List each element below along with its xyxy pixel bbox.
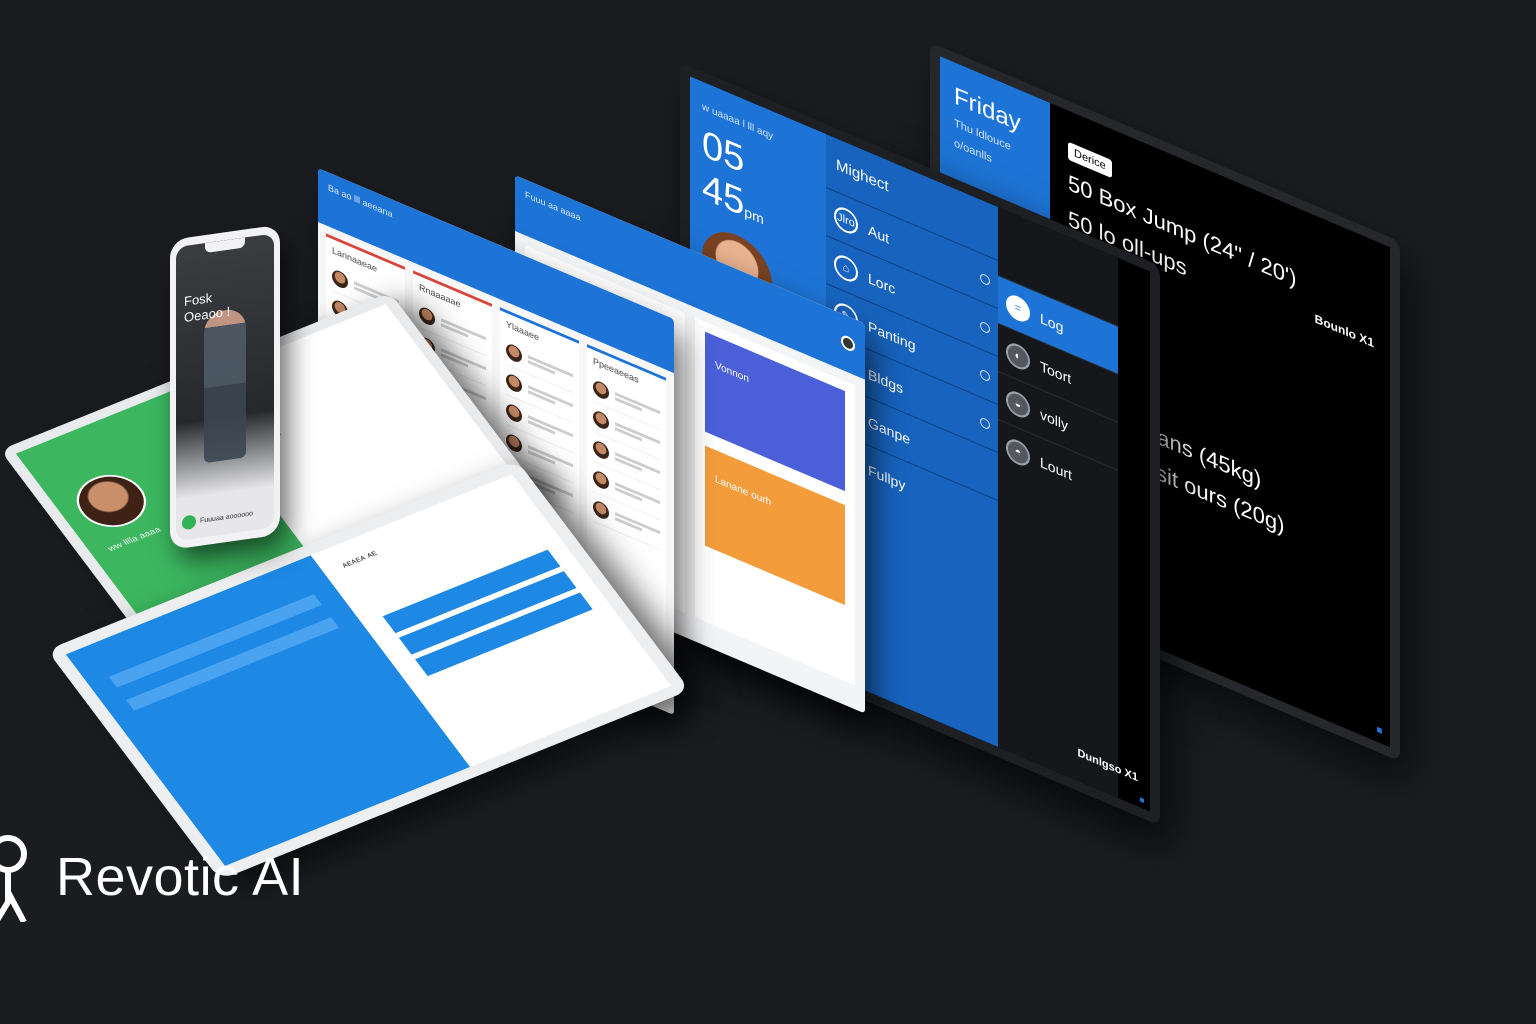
phone-headline: Fosk Oeaoo ! xyxy=(184,288,230,326)
menu-item-label: Fullpy xyxy=(868,461,906,494)
avatar[interactable] xyxy=(841,333,855,354)
radio-icon xyxy=(980,415,990,431)
menu-item-label: Aut xyxy=(868,221,890,247)
side-menu: = Log ◐ Toort ◒ volly ◓ Lourt xyxy=(998,206,1118,798)
side-item-label: Log xyxy=(1040,309,1064,336)
avatar xyxy=(593,438,609,462)
side-item-icon: ◓ xyxy=(1006,434,1030,470)
menu-item-icon: ⌂ xyxy=(834,250,858,286)
menu-item-label: Panting xyxy=(868,317,916,354)
side-item-label: volly xyxy=(1040,405,1069,434)
brand-name: Revotic AI xyxy=(56,847,305,907)
side-item-label: Toort xyxy=(1040,357,1072,387)
avatar xyxy=(332,267,348,291)
avatar xyxy=(64,465,159,537)
avatar xyxy=(593,408,609,432)
avatar xyxy=(506,341,522,365)
device-showcase: Friday Thu ldlouce o/oanlls Derice 50 Bo… xyxy=(0,0,1536,1024)
menu-item-label: Ganpe xyxy=(868,413,911,448)
radio-icon xyxy=(980,367,990,383)
phone-bottom-text: Fuuuaa aoooooo xyxy=(200,509,253,525)
avatar xyxy=(593,378,609,402)
avatar xyxy=(593,498,609,522)
menu-item-label: Lorc xyxy=(868,269,896,297)
menu-item-icon: Jlro xyxy=(834,202,858,238)
status-dot-icon[interactable] xyxy=(182,514,196,531)
brand-logo: Revotic AI xyxy=(0,832,305,924)
clock-time-value: 05 45 xyxy=(702,122,745,226)
web-title: Ba ao lll aeeana xyxy=(328,182,393,220)
phone-screen: Fosk Oeaoo ! Fuuuaa aoooooo xyxy=(176,233,274,542)
schedule-bars xyxy=(382,549,596,681)
radio-icon xyxy=(980,319,990,335)
power-led xyxy=(1140,797,1144,803)
web-title: Fuuu aa aaaa xyxy=(525,189,581,223)
phone-bottom-bar: Fuuuaa aoooooo xyxy=(182,506,253,531)
avatar xyxy=(506,401,522,425)
clock-time-suffix: pm xyxy=(744,203,764,228)
cards-column: Vonnon Lanane ourh xyxy=(695,317,855,686)
phone-notch xyxy=(205,237,245,254)
side-item-label: Lourt xyxy=(1040,453,1072,483)
radio-icon xyxy=(980,271,990,287)
avatar xyxy=(506,371,522,395)
logo-mark-icon xyxy=(0,832,34,924)
phone: Fosk Oeaoo ! Fuuuaa aoooooo xyxy=(170,224,280,550)
side-item-icon: ◒ xyxy=(1006,386,1030,422)
athlete-image xyxy=(204,307,246,464)
side-item-icon: ◐ xyxy=(1006,338,1030,374)
avatar xyxy=(419,304,435,328)
menu-item-label: Bldgs xyxy=(868,365,904,397)
side-item-icon: = xyxy=(1006,290,1030,326)
avatar xyxy=(593,468,609,492)
